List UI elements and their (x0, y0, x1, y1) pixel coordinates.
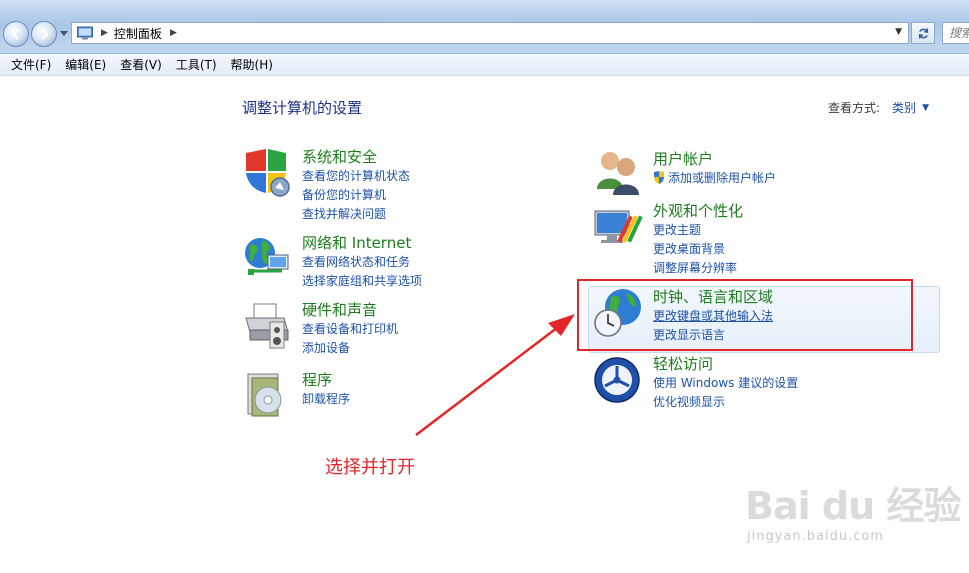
menu-file[interactable]: 文件(F) (4, 54, 58, 76)
category-title[interactable]: 外观和个性化 (653, 201, 743, 221)
refresh-icon (918, 27, 928, 39)
control-panel-icon (77, 26, 93, 40)
watermark-brand: Bai du 经验 (745, 484, 961, 528)
link-view-status[interactable]: 查看您的计算机状态 (302, 167, 410, 186)
breadcrumb-separator-icon[interactable]: ▶ (170, 28, 177, 38)
category-title[interactable]: 程序 (302, 370, 350, 390)
address-dropdown-icon[interactable]: ▼ (895, 27, 902, 37)
link-add-remove-users-label[interactable]: 添加或删除用户帐户 (668, 171, 776, 185)
back-button[interactable] (3, 21, 29, 47)
menu-edit[interactable]: 编辑(E) (58, 54, 113, 76)
annotation-red-box (577, 279, 913, 351)
forward-arrow-icon (41, 28, 49, 40)
link-add-remove-users[interactable]: 添加或删除用户帐户 (653, 169, 776, 188)
programs-icon (247, 373, 282, 417)
printer-icon (245, 303, 289, 349)
link-add-device[interactable]: 添加设备 (302, 339, 398, 358)
link-recommended-settings[interactable]: 使用 Windows 建议的设置 (653, 374, 798, 393)
network-globe-icon (245, 238, 289, 275)
chevron-down-icon (60, 31, 68, 36)
link-change-theme[interactable]: 更改主题 (653, 221, 743, 240)
link-devices-printers[interactable]: 查看设备和打印机 (302, 320, 398, 339)
link-troubleshoot[interactable]: 查找并解决问题 (302, 205, 410, 224)
page-title: 调整计算机的设置 (242, 99, 363, 117)
link-homegroup[interactable]: 选择家庭组和共享选项 (302, 272, 422, 291)
view-by-category-link[interactable]: 类别 (892, 99, 916, 116)
uac-shield-icon (654, 171, 664, 184)
menu-bar: 文件(F) 编辑(E) 查看(V) 工具(T) 帮助(H) (0, 54, 969, 76)
category-title[interactable]: 轻松访问 (653, 354, 798, 374)
ease-of-access-icon (594, 357, 640, 403)
users-icon (597, 152, 639, 195)
search-input[interactable]: 搜索 (942, 22, 969, 44)
chevron-down-icon[interactable]: ▼ (922, 103, 929, 113)
category-title[interactable]: 网络和 Internet (302, 233, 422, 253)
menu-help[interactable]: 帮助(H) (224, 54, 280, 76)
refresh-button[interactable] (911, 22, 935, 44)
watermark-url: jingyan.baidu.com (747, 529, 884, 544)
forward-button[interactable] (31, 21, 57, 47)
title-address-bar: ▶ 控制面板 ▶ ▼ 搜索 (0, 0, 969, 54)
recent-pages-dropdown[interactable] (59, 28, 69, 40)
link-optimize-display[interactable]: 优化视频显示 (653, 393, 798, 412)
shield-icon (246, 149, 290, 197)
breadcrumb-control-panel[interactable]: 控制面板 (114, 25, 162, 42)
control-panel-content: 调整计算机的设置 查看方式: 类别 ▼ 系统和安全 查看您的计算机状态 备份您的… (0, 77, 969, 573)
category-title[interactable]: 系统和安全 (302, 147, 410, 167)
appearance-icon (594, 210, 643, 243)
address-input[interactable]: ▶ 控制面板 ▶ ▼ (71, 22, 909, 44)
link-desktop-background[interactable]: 更改桌面背景 (653, 240, 743, 259)
breadcrumb-separator-icon: ▶ (101, 28, 108, 38)
category-title[interactable]: 用户帐户 (653, 149, 776, 169)
baidu-watermark: Bai du 经验 jingyan.baidu.com (745, 467, 965, 567)
link-uninstall[interactable]: 卸载程序 (302, 390, 350, 409)
link-backup[interactable]: 备份您的计算机 (302, 186, 410, 205)
back-arrow-icon (11, 28, 19, 40)
category-title[interactable]: 硬件和声音 (302, 300, 398, 320)
menu-tools[interactable]: 工具(T) (169, 54, 224, 76)
view-by-label: 查看方式: (828, 101, 881, 115)
link-network-status[interactable]: 查看网络状态和任务 (302, 253, 422, 272)
link-screen-resolution[interactable]: 调整屏幕分辨率 (653, 259, 743, 278)
annotation-text: 选择并打开 (325, 457, 415, 478)
view-by: 查看方式: 类别 ▼ (828, 99, 929, 116)
menu-view[interactable]: 查看(V) (113, 54, 169, 76)
